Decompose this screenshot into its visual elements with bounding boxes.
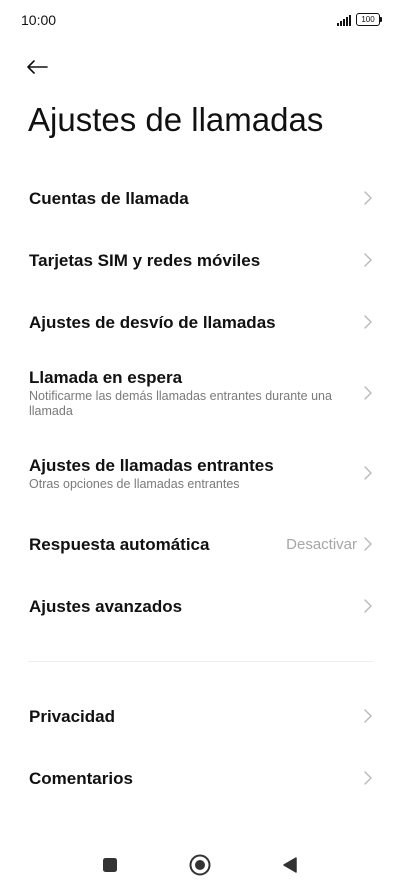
signal-icon — [337, 14, 351, 26]
setting-title: Ajustes avanzados — [29, 596, 183, 616]
setting-privacy[interactable]: Privacidad — [0, 685, 401, 747]
status-bar: 10:00 100 — [0, 0, 401, 42]
setting-title: Tarjetas SIM y redes móviles — [29, 250, 261, 270]
setting-value: Desactivar — [286, 535, 357, 553]
setting-call-accounts[interactable]: Cuentas de llamada — [0, 167, 401, 229]
setting-title: Ajustes de llamadas entrantes — [29, 455, 274, 475]
recents-button[interactable] — [97, 852, 123, 878]
battery-icon: 100 — [356, 13, 382, 26]
settings-list: Cuentas de llamada Tarjetas SIM y redes … — [0, 167, 401, 809]
page-title: Ajustes de llamadas — [28, 101, 324, 138]
setting-title: Ajustes de desvío de llamadas — [29, 312, 276, 332]
setting-title: Respuesta automática — [29, 534, 210, 554]
chevron-right-icon — [364, 771, 372, 785]
setting-title: Cuentas de llamada — [29, 188, 189, 208]
setting-auto-answer[interactable]: Respuesta automática Desactivar — [0, 513, 401, 575]
circle-icon — [189, 854, 211, 876]
chevron-right-icon — [364, 191, 372, 205]
navigation-bar — [0, 846, 401, 886]
back-button[interactable] — [26, 52, 56, 82]
chevron-right-icon — [364, 466, 372, 480]
setting-advanced[interactable]: Ajustes avanzados — [0, 575, 401, 637]
setting-title: Comentarios — [29, 768, 133, 788]
chevron-right-icon — [364, 599, 372, 613]
setting-call-waiting[interactable]: Llamada en espera Notificarme las demás … — [0, 353, 401, 433]
setting-subtitle: Otras opciones de llamadas entrantes — [29, 476, 240, 491]
status-time: 10:00 — [21, 12, 57, 28]
chevron-right-icon — [364, 709, 372, 723]
chevron-right-icon — [364, 315, 372, 329]
setting-title: Llamada en espera — [29, 368, 183, 387]
nav-back-button[interactable] — [277, 852, 303, 878]
setting-call-forwarding[interactable]: Ajustes de desvío de llamadas — [0, 291, 401, 353]
setting-sim-cards[interactable]: Tarjetas SIM y redes móviles — [0, 229, 401, 291]
chevron-right-icon — [364, 386, 372, 400]
square-icon — [103, 858, 117, 872]
arrow-left-icon — [27, 60, 48, 74]
setting-title: Privacidad — [29, 706, 115, 726]
status-icons: 100 — [337, 13, 382, 26]
battery-level: 100 — [361, 15, 375, 24]
setting-feedback[interactable]: Comentarios — [0, 747, 401, 809]
setting-subtitle: Notificarme las demás llamadas entrantes… — [29, 389, 332, 418]
chevron-right-icon — [364, 253, 372, 267]
setting-incoming-calls[interactable]: Ajustes de llamadas entrantes Otras opci… — [0, 433, 401, 513]
home-button[interactable] — [187, 852, 213, 878]
chevron-right-icon — [364, 537, 372, 551]
triangle-left-icon — [283, 857, 297, 873]
section-divider — [28, 661, 373, 662]
